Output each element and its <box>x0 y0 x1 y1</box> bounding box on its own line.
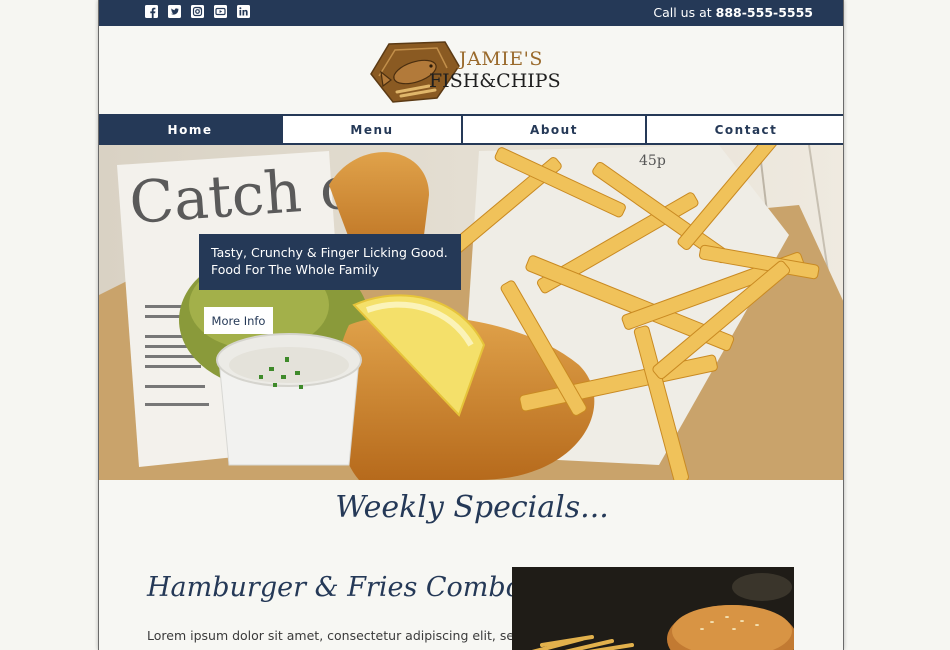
youtube-icon[interactable] <box>214 5 227 18</box>
nav-about[interactable]: About <box>463 116 647 143</box>
page: Call us at 888-555-5555 JAMIE'S FISH&CHI… <box>98 0 844 650</box>
weekly-specials-title: Weekly Specials... <box>335 490 609 525</box>
logo-text-fish-chips: FISH&CHIPS <box>429 70 561 92</box>
main-nav: Home Menu About Contact <box>99 114 843 145</box>
linkedin-icon[interactable] <box>237 5 250 18</box>
hero-banner: Catch o 45p Tasty, Crunchy & Finger Lick… <box>99 145 843 480</box>
nav-contact[interactable]: Contact <box>647 116 843 143</box>
more-info-button[interactable]: More Info <box>204 307 273 334</box>
hero-caption: Tasty, Crunchy & Finger Licking Good. Fo… <box>199 234 461 290</box>
newspaper-price: 45p <box>639 153 666 169</box>
logo-text-jamies: JAMIE'S <box>459 48 543 70</box>
instagram-icon[interactable] <box>191 5 204 18</box>
burger-photo-icon <box>512 567 794 650</box>
combo-title: Hamburger & Fries Combo <box>147 572 522 603</box>
combo-description: Lorem ipsum dolor sit amet, consectetur … <box>147 628 542 643</box>
burger-fries-image <box>512 567 794 650</box>
twitter-icon[interactable] <box>168 5 181 18</box>
facebook-icon[interactable] <box>145 5 158 18</box>
site-logo[interactable]: JAMIE'S FISH&CHIPS <box>367 36 567 106</box>
nav-home[interactable]: Home <box>99 116 283 143</box>
phone-number[interactable]: 888-555-5555 <box>716 5 813 20</box>
call-us-text: Call us at 888-555-5555 <box>653 5 813 20</box>
top-bar: Call us at 888-555-5555 <box>99 0 843 26</box>
call-us-prefix: Call us at <box>653 5 712 20</box>
nav-menu[interactable]: Menu <box>283 116 463 143</box>
social-links <box>145 5 250 18</box>
